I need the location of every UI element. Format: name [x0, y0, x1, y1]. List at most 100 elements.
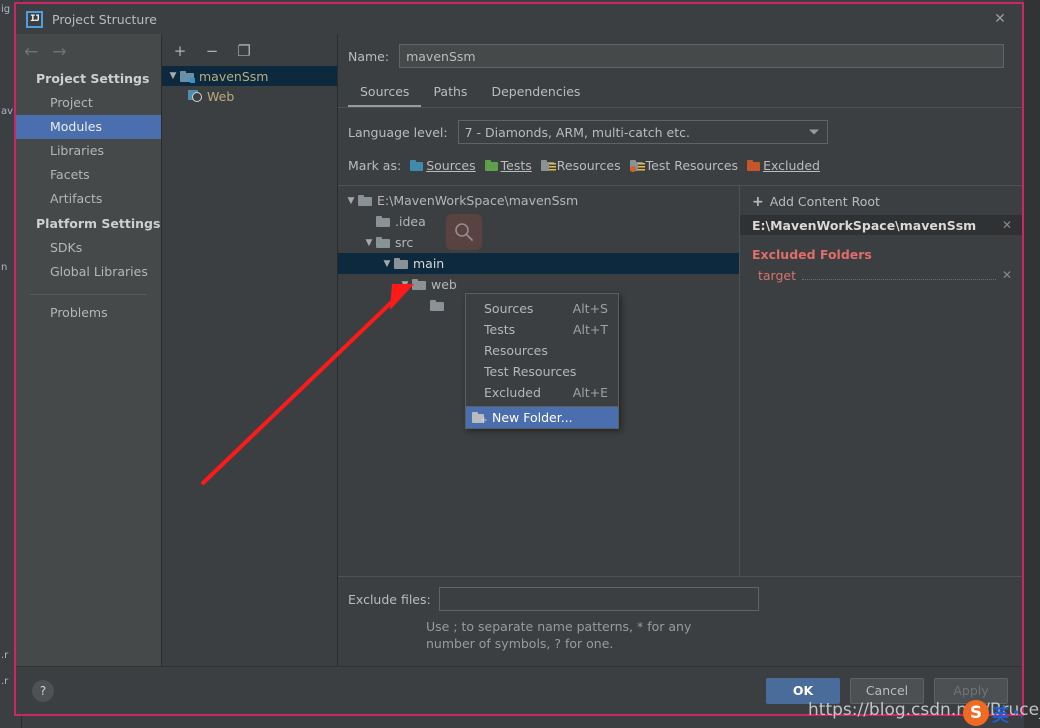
sidebar-item-sdks[interactable]: SDKs	[16, 236, 161, 260]
ime-indicator: S 英 •,	[963, 700, 1024, 726]
test-resources-folder-icon	[629, 160, 645, 172]
excluded-folder-label: target	[758, 267, 797, 283]
context-menu-label: Excluded	[484, 385, 541, 400]
context-menu-label: Tests	[484, 322, 516, 337]
new-folder-icon: ✛	[472, 411, 487, 424]
exclude-files-area: Exclude files: Use ; to separate name pa…	[338, 576, 1022, 666]
forward-arrow-icon[interactable]: →	[52, 43, 66, 61]
language-level-value: 7 - Diamonds, ARM, multi-catch etc.	[464, 124, 690, 140]
copy-module-icon[interactable]: ❐	[236, 43, 252, 59]
sidebar-item-problems[interactable]: Problems	[16, 301, 161, 325]
chevron-down-icon[interactable]	[808, 129, 819, 135]
sidebar-item-libraries[interactable]: Libraries	[16, 139, 161, 163]
help-button[interactable]: ?	[32, 679, 54, 702]
tree-row[interactable]: .idea	[338, 211, 739, 232]
context-menu-label: New Folder...	[492, 410, 573, 425]
sidebar-item-global-libraries[interactable]: Global Libraries	[16, 260, 161, 284]
background-text-fragment: n	[1, 262, 8, 273]
tab-dependencies[interactable]: Dependencies	[479, 80, 592, 107]
tab-sources[interactable]: Sources	[348, 80, 422, 107]
tree-row[interactable]: ▼ src	[338, 232, 739, 253]
mark-as-tests[interactable]: Tests	[484, 158, 532, 173]
add-module-icon[interactable]: +	[172, 43, 188, 59]
sogou-ime-icon: S	[963, 700, 989, 726]
plus-icon: +	[752, 193, 764, 210]
expand-triangle-icon[interactable]: ▼	[398, 280, 412, 290]
mark-as-sources[interactable]: Sources	[410, 158, 476, 173]
exclude-files-input[interactable]	[438, 587, 759, 611]
tree-row[interactable]: ▼ E:\MavenWorkSpace\mavenSsm	[338, 190, 739, 211]
context-menu-item-test-resources[interactable]: Test Resources	[466, 361, 618, 382]
context-menu-item-excluded[interactable]: Excluded Alt+E	[466, 382, 618, 403]
tree-row-label: E:\MavenWorkSpace\mavenSsm	[377, 193, 579, 208]
mark-as-resources[interactable]: Resources	[540, 158, 621, 173]
mark-as-excluded[interactable]: Excluded	[747, 158, 820, 173]
content-root-item[interactable]: E:\MavenWorkSpace\mavenSsm ✕	[740, 215, 1022, 235]
background-right-strip	[1024, 0, 1040, 728]
mark-as-row: Mark as: Sources Tests Resources Test Re…	[338, 144, 1022, 173]
modules-tree: ▼ mavenSsm Web	[162, 64, 337, 666]
sidebar-item-modules[interactable]: Modules	[16, 115, 161, 139]
context-menu-label: Resources	[484, 343, 548, 358]
content-roots-panel: + Add Content Root E:\MavenWorkSpace\mav…	[740, 186, 1022, 576]
tree-row-label: src	[395, 235, 414, 250]
expand-triangle-icon[interactable]: ▼	[166, 71, 180, 81]
back-arrow-icon[interactable]: ←	[24, 43, 38, 61]
folder-icon	[358, 195, 372, 206]
background-text-fragment: .r	[1, 676, 9, 687]
tree-row-label: main	[413, 256, 445, 271]
module-tree-item-label: mavenSsm	[199, 68, 269, 84]
folder-icon	[376, 216, 390, 227]
mark-as-test-resources[interactable]: Test Resources	[629, 158, 739, 173]
excluded-folder-dots	[802, 270, 996, 280]
sidebar-item-project[interactable]: Project	[16, 91, 161, 115]
tree-row-main[interactable]: ▼ main	[338, 253, 739, 274]
dialog-title: Project Structure	[52, 11, 157, 27]
sidebar-item-facets[interactable]: Facets	[16, 163, 161, 187]
mark-as-label-tests: Tests	[500, 158, 532, 173]
sidebar-item-artifacts[interactable]: Artifacts	[16, 187, 161, 211]
settings-sidebar: ← → Project Settings Project Modules Lib…	[16, 34, 162, 666]
search-icon[interactable]	[446, 214, 482, 250]
exclude-files-label: Exclude files:	[348, 591, 431, 607]
mark-as-label-sources: Sources	[426, 158, 476, 173]
modules-toolbar: + − ❐	[162, 38, 337, 64]
remove-excluded-folder-icon[interactable]: ✕	[1002, 268, 1012, 282]
mark-as-label-excluded: Excluded	[763, 158, 820, 173]
mark-as-label-test-resources: Test Resources	[645, 158, 739, 173]
project-structure-dialog: IJ Project Structure ✕ ← → Project Setti…	[14, 2, 1024, 716]
ime-language-label: 英	[992, 705, 1009, 726]
tree-row-label: web	[431, 277, 457, 292]
close-icon[interactable]: ✕	[992, 11, 1008, 27]
sidebar-navigation: ← →	[16, 38, 161, 66]
exclude-files-hint: Use ; to separate name patterns, * for a…	[426, 619, 692, 651]
mark-as-context-menu: Sources Alt+S Tests Alt+T Resources Test…	[465, 293, 619, 429]
sidebar-group-platform-settings: Platform Settings	[36, 216, 161, 231]
excluded-folder-icon	[747, 160, 761, 171]
tab-paths[interactable]: Paths	[421, 80, 479, 107]
expand-triangle-icon[interactable]: ▼	[362, 238, 376, 248]
intellij-logo-icon: IJ	[26, 10, 43, 28]
context-menu-item-tests[interactable]: Tests Alt+T	[466, 319, 618, 340]
expand-triangle-icon[interactable]: ▼	[344, 196, 358, 206]
module-tree-item-mavenssm[interactable]: ▼ mavenSsm	[162, 66, 337, 86]
dialog-titlebar: IJ Project Structure ✕	[16, 4, 1022, 34]
context-menu-item-sources[interactable]: Sources Alt+S	[466, 298, 618, 319]
context-menu-label: Test Resources	[484, 364, 577, 379]
excluded-folder-row[interactable]: target ✕	[740, 266, 1022, 284]
context-menu-item-resources[interactable]: Resources	[466, 340, 618, 361]
language-level-row: Language level: 7 - Diamonds, ARM, multi…	[338, 108, 1022, 144]
tree-row[interactable]: ▼ web	[338, 274, 739, 295]
module-tree-item-web[interactable]: Web	[162, 86, 337, 106]
remove-content-root-icon[interactable]: ✕	[1002, 218, 1012, 232]
ime-punctuation-icon: •,	[1012, 705, 1024, 721]
background-text-fragment: .r	[1, 650, 9, 661]
sidebar-group-project-settings: Project Settings	[36, 71, 150, 86]
context-menu-item-new-folder[interactable]: ✛ New Folder...	[466, 407, 618, 428]
detail-tabs: Sources Paths Dependencies	[338, 68, 1022, 107]
add-content-root-button[interactable]: + Add Content Root	[740, 190, 1022, 215]
expand-triangle-icon[interactable]: ▼	[380, 259, 394, 269]
language-level-select[interactable]: 7 - Diamonds, ARM, multi-catch etc.	[457, 120, 828, 144]
module-name-input[interactable]	[399, 44, 1004, 68]
remove-module-icon[interactable]: −	[204, 43, 220, 59]
